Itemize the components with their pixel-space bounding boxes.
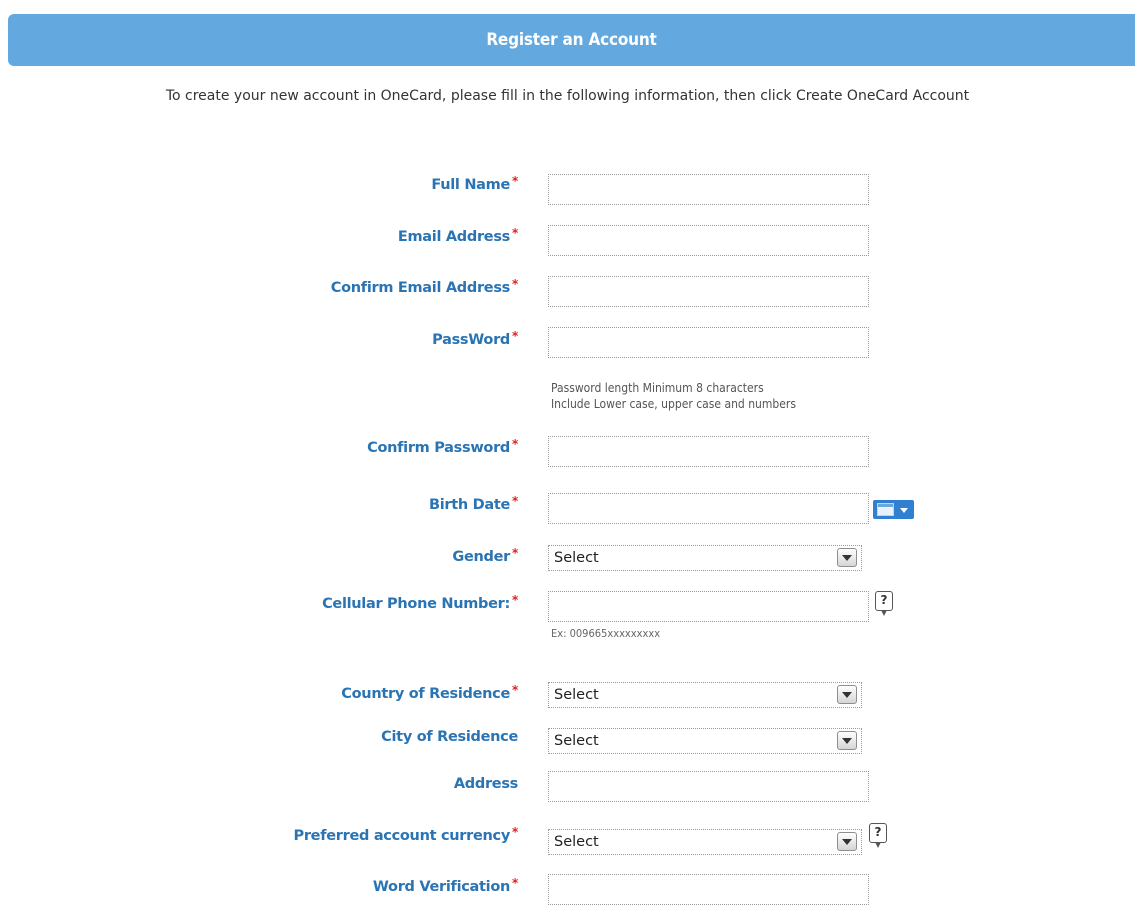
- dropdown-button[interactable]: [837, 685, 857, 704]
- word-verification-input[interactable]: [548, 874, 869, 905]
- cellular-phone-hint: Ex: 009665xxxxxxxxx: [551, 627, 661, 640]
- intro-text: To create your new account in OneCard, p…: [165, 88, 970, 104]
- confirm-password-label: Confirm Password *: [367, 437, 518, 456]
- required-mark: *: [512, 277, 518, 291]
- page-header: Register an Account: [8, 14, 1135, 66]
- city-label: City of Residence: [381, 729, 518, 745]
- address-input[interactable]: [548, 771, 869, 802]
- gender-selected-value: Select: [554, 550, 599, 566]
- chevron-down-icon: [842, 691, 852, 698]
- gender-select[interactable]: Select: [548, 545, 862, 571]
- email-input[interactable]: [548, 225, 869, 256]
- chevron-down-icon: [842, 554, 852, 561]
- calendar-icon: [877, 503, 894, 516]
- password-input[interactable]: [548, 327, 869, 358]
- cellular-phone-label: Cellular Phone Number: *: [322, 593, 518, 612]
- required-mark: *: [512, 683, 518, 697]
- required-mark: *: [512, 226, 518, 240]
- password-hint-complexity: Include Lower case, upper case and numbe…: [551, 397, 796, 411]
- chevron-down-icon: [900, 508, 908, 513]
- password-hint-length: Password length Minimum 8 characters: [551, 381, 764, 395]
- address-label: Address: [453, 776, 518, 792]
- confirm-password-input[interactable]: [548, 436, 869, 467]
- required-mark: *: [512, 494, 518, 508]
- chevron-down-icon: [842, 838, 852, 845]
- chevron-down-icon: [842, 737, 852, 744]
- help-icon[interactable]: ?: [869, 823, 887, 848]
- required-mark: *: [512, 593, 518, 607]
- dropdown-button[interactable]: [837, 731, 857, 750]
- full-name-label: Full Name *: [431, 174, 518, 193]
- page-title: Register an Account: [486, 30, 657, 50]
- required-mark: *: [512, 825, 518, 839]
- city-select[interactable]: Select: [548, 728, 862, 754]
- word-verification-label: Word Verification *: [372, 876, 518, 895]
- currency-select[interactable]: Select: [548, 829, 862, 855]
- confirm-email-label: Confirm Email Address *: [330, 277, 519, 296]
- country-selected-value: Select: [554, 687, 599, 703]
- calendar-picker-button[interactable]: [873, 500, 914, 519]
- dropdown-button[interactable]: [837, 832, 857, 851]
- confirm-email-input[interactable]: [548, 276, 869, 307]
- country-label: Country of Residence *: [341, 683, 518, 702]
- currency-label: Preferred account currency *: [293, 825, 519, 844]
- gender-label: Gender *: [452, 546, 518, 565]
- full-name-input[interactable]: [548, 174, 869, 205]
- country-select[interactable]: Select: [548, 682, 862, 708]
- required-mark: *: [512, 437, 518, 451]
- help-icon[interactable]: ?: [875, 591, 893, 616]
- dropdown-button[interactable]: [837, 548, 857, 567]
- password-label: PassWord *: [432, 329, 518, 348]
- cellular-phone-input[interactable]: [548, 591, 869, 622]
- required-mark: *: [512, 174, 518, 188]
- currency-selected-value: Select: [554, 834, 599, 850]
- required-mark: *: [512, 329, 518, 343]
- city-selected-value: Select: [554, 733, 599, 749]
- birth-date-label: Birth Date *: [428, 494, 518, 513]
- required-mark: *: [512, 546, 518, 560]
- birth-date-input[interactable]: [548, 493, 869, 524]
- required-mark: *: [512, 876, 518, 890]
- email-label: Email Address *: [397, 226, 518, 245]
